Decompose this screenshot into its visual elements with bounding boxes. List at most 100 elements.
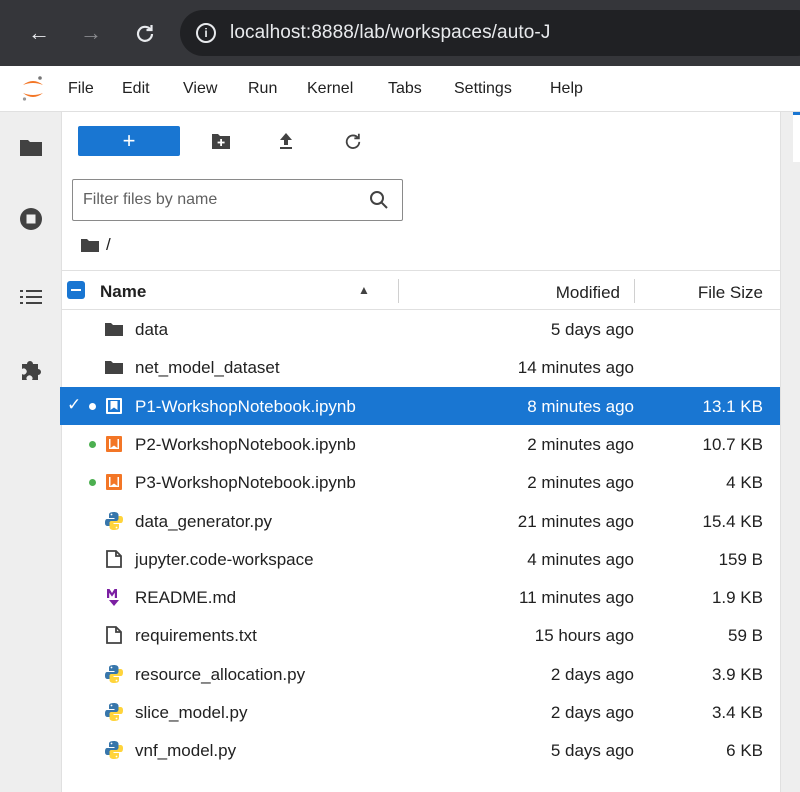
new-launcher-button[interactable]: + xyxy=(78,126,180,156)
table-of-contents-icon[interactable] xyxy=(16,282,46,312)
file-size: 3.4 KB xyxy=(711,703,763,722)
notebook-icon xyxy=(104,396,124,416)
file-modified: 21 minutes ago xyxy=(517,511,634,531)
reload-icon[interactable] xyxy=(130,18,160,48)
file-name: vnf_model.py xyxy=(135,741,237,761)
running-indicator-icon xyxy=(89,402,96,410)
file-modified: 2 minutes ago xyxy=(527,434,634,454)
file-name: P3-WorkshopNotebook.ipynb xyxy=(135,473,356,493)
table-row[interactable]: requirements.txt 15 hours ago 59 B xyxy=(62,618,780,652)
menu-tabs[interactable]: Tabs xyxy=(388,80,422,98)
column-file-size[interactable]: File Size xyxy=(698,283,763,303)
menu-help[interactable]: Help xyxy=(550,80,583,98)
file-modified: 2 days ago xyxy=(550,703,634,722)
file-browser-panel: + / Name ▲ Modified File Size data 5 days… xyxy=(60,112,782,792)
home-folder-icon[interactable] xyxy=(80,237,100,253)
file-name: resource_allocation.py xyxy=(135,664,306,684)
column-modified[interactable]: Modified xyxy=(556,283,620,303)
notebook-icon xyxy=(104,472,124,492)
file-size: 6 KB xyxy=(726,741,763,761)
left-sidebar xyxy=(0,112,62,792)
running-indicator-icon xyxy=(89,479,96,487)
table-row[interactable]: net_model_dataset 14 minutes ago xyxy=(62,350,780,384)
breadcrumb-path[interactable]: / xyxy=(106,235,111,255)
menu-run[interactable]: Run xyxy=(248,80,277,98)
table-row[interactable]: slice_model.py 2 days ago 3.4 KB xyxy=(62,695,780,729)
file-name: data_generator.py xyxy=(135,511,273,531)
refresh-icon[interactable] xyxy=(340,128,366,154)
python-icon xyxy=(104,740,124,760)
running-indicator-icon xyxy=(89,440,96,448)
notebook-icon xyxy=(104,434,124,454)
file-name: P1-WorkshopNotebook.ipynb xyxy=(135,396,356,416)
upload-icon[interactable] xyxy=(273,128,299,154)
column-divider[interactable] xyxy=(398,279,399,303)
file-modified: 11 minutes ago xyxy=(519,588,634,608)
file-size: 3.9 KB xyxy=(711,664,763,684)
jupyter-logo-icon xyxy=(22,76,43,101)
column-divider[interactable] xyxy=(634,279,635,303)
browser-toolbar: ← → i localhost:8888/lab/workspaces/auto… xyxy=(0,0,800,66)
extensions-puzzle-icon[interactable] xyxy=(16,355,46,385)
table-row[interactable]: jupyter.code-workspace 4 minutes ago 159 B xyxy=(62,542,780,576)
file-modified: 5 days ago xyxy=(550,320,634,339)
file-size: 59 B xyxy=(728,626,763,646)
file-name: jupyter.code-workspace xyxy=(135,549,314,569)
new-folder-icon[interactable] xyxy=(208,128,234,154)
file-modified: 2 days ago xyxy=(550,664,634,684)
filter-box xyxy=(72,179,403,221)
right-sidebar xyxy=(780,112,800,792)
file-list-header: Name ▲ Modified File Size xyxy=(62,270,780,310)
selected-check-icon: ✓ xyxy=(67,394,82,414)
table-row[interactable]: README.md 11 minutes ago 1.9 KB xyxy=(62,580,780,614)
running-kernels-icon[interactable] xyxy=(16,204,46,234)
table-row[interactable]: data 5 days ago xyxy=(62,312,780,346)
file-size: 1.9 KB xyxy=(711,588,763,608)
file-name: data xyxy=(135,320,169,339)
folder-icon xyxy=(104,319,124,339)
table-row[interactable]: P2-WorkshopNotebook.ipynb 2 minutes ago 10… xyxy=(62,427,780,461)
file-size: 15.4 KB xyxy=(702,511,764,531)
menu-view[interactable]: View xyxy=(183,80,217,98)
table-row[interactable]: vnf_model.py 5 days ago 6 KB xyxy=(62,733,780,767)
forward-arrow-icon[interactable]: → xyxy=(76,18,106,48)
menu-settings[interactable]: Settings xyxy=(454,80,512,98)
menu-edit[interactable]: Edit xyxy=(122,80,150,98)
menu-bar: File Edit View Run Kernel Tabs Settings … xyxy=(0,66,800,112)
table-row[interactable]: data_generator.py 21 minutes ago 15.4 KB xyxy=(62,504,780,538)
file-icon xyxy=(104,549,124,569)
select-all-checkbox[interactable] xyxy=(67,281,85,299)
folder-icon xyxy=(104,357,124,377)
file-name: net_model_dataset xyxy=(135,358,280,378)
folder-tab-icon[interactable] xyxy=(16,132,46,162)
file-modified: 14 minutes ago xyxy=(517,358,634,378)
menu-file[interactable]: File xyxy=(68,80,94,98)
python-icon xyxy=(104,664,124,684)
table-row[interactable]: resource_allocation.py 2 days ago 3.9 KB xyxy=(62,657,780,691)
menu-kernel[interactable]: Kernel xyxy=(307,80,353,98)
site-info-icon[interactable]: i xyxy=(196,23,216,43)
python-icon xyxy=(104,511,124,531)
table-row[interactable]: P3-WorkshopNotebook.ipynb 2 minutes ago 4 … xyxy=(62,465,780,499)
file-icon xyxy=(104,625,124,645)
markdown-icon xyxy=(104,587,124,607)
file-modified: 8 minutes ago xyxy=(527,396,634,416)
file-modified: 15 hours ago xyxy=(534,626,634,646)
address-bar[interactable]: i localhost:8888/lab/workspaces/auto-J xyxy=(180,10,800,56)
sort-ascending-icon[interactable]: ▲ xyxy=(358,283,370,297)
breadcrumb: / xyxy=(80,234,111,256)
file-modified: 4 minutes ago xyxy=(527,549,634,569)
file-name: requirements.txt xyxy=(135,626,257,646)
filter-input[interactable] xyxy=(83,189,353,211)
document-tab[interactable] xyxy=(793,112,800,162)
file-size: 10.7 KB xyxy=(702,434,764,454)
back-arrow-icon[interactable]: ← xyxy=(24,18,54,48)
column-name[interactable]: Name xyxy=(100,282,146,302)
url-text: localhost:8888/lab/workspaces/auto-J xyxy=(230,22,551,43)
table-row[interactable]: ✓ P1-WorkshopNotebook.ipynb 8 minutes ago 1… xyxy=(60,386,782,425)
file-size: 13.1 KB xyxy=(702,396,764,416)
file-modified: 2 minutes ago xyxy=(527,473,634,493)
file-modified: 5 days ago xyxy=(550,741,634,761)
python-icon xyxy=(104,702,124,722)
search-icon[interactable] xyxy=(368,189,390,211)
